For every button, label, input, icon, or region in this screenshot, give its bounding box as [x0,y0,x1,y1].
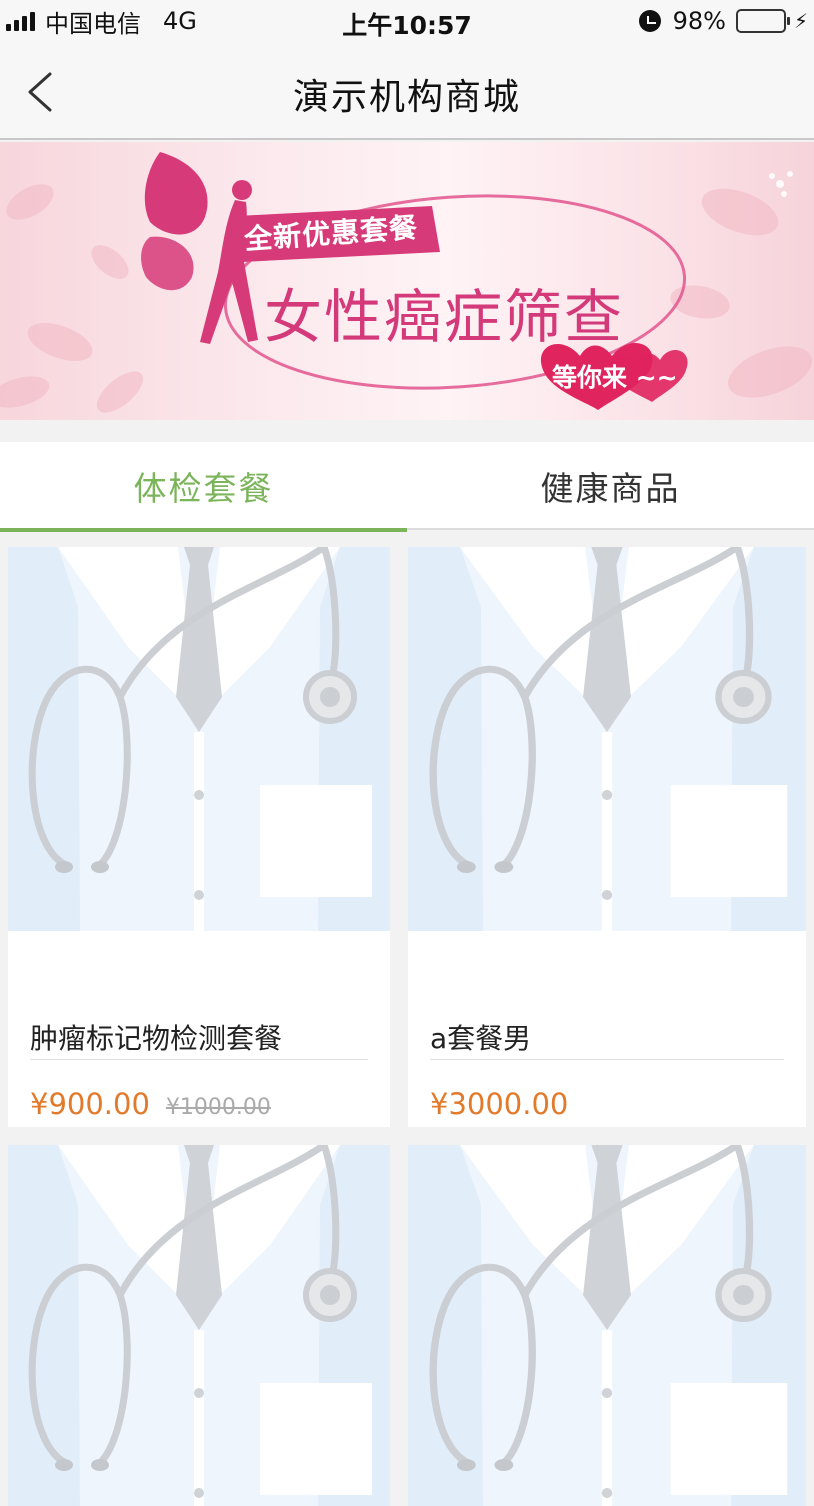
product-name: 肿瘤标记物检测套餐 [30,1022,283,1055]
sale-price: ¥3000.00 [430,1087,569,1121]
battery-icon [735,9,790,33]
product-image [8,547,390,931]
alarm-icon [638,10,661,32]
doctor-coat-image [408,1145,806,1506]
product-image [408,547,806,931]
promo-banner[interactable]: 全新优惠套餐 女性癌症筛查 等你来 ~~ [0,142,814,420]
card-divider [30,1059,368,1060]
price-row: ¥3000.00 [430,1087,568,1121]
product-image [8,1145,390,1506]
sale-price: ¥900.00 [30,1087,150,1121]
price-row: ¥900.00 ¥1000.00 [30,1087,271,1121]
page-title: 演示机构商城 [292,77,521,118]
category-tabs: 体检套餐 健康商品 [0,442,814,532]
status-right: 98% ⚡ [638,6,808,36]
doctor-coat-image [8,1145,390,1506]
banner-tag: 等你来 ~~ [552,363,678,392]
status-bar: 中国电信 4G 上午10:57 98% ⚡ [0,0,814,42]
product-card[interactable]: 肿瘤标记物检测套餐 ¥900.00 ¥1000.00 [8,547,390,1127]
product-card[interactable]: a套餐男 ¥3000.00 [408,547,806,1127]
banner-title: 女性癌症筛查 [264,283,625,351]
nav-bar: 演示机构商城 [0,42,814,140]
tab-checkup-packages[interactable]: 体检套餐 [0,442,407,532]
original-price: ¥1000.00 [165,1095,271,1120]
product-card[interactable] [8,1145,390,1506]
charging-icon: ⚡ [793,9,808,33]
tab-health-products[interactable]: 健康商品 [407,442,814,530]
product-image [408,1145,806,1506]
doctor-coat-image [8,547,390,931]
doctor-coat-image [408,547,806,931]
battery-percent: 98% [672,7,726,35]
product-card[interactable] [408,1145,806,1506]
product-name: a套餐男 [430,1022,532,1055]
card-divider [430,1059,784,1060]
